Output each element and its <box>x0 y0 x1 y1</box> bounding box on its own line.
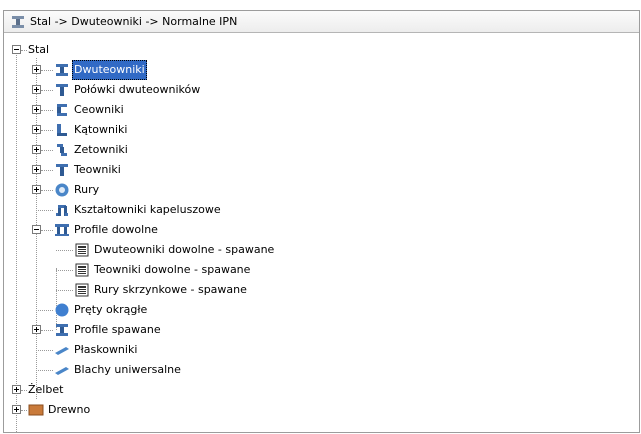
expand-toggle[interactable] <box>32 105 41 114</box>
tree-node-label[interactable]: Żelbet <box>26 380 65 400</box>
expand-toggle[interactable] <box>32 85 41 94</box>
hat-section-icon <box>56 205 68 216</box>
breadcrumb: Stal -> Dwuteowniki -> Normalne IPN <box>4 11 639 33</box>
table-icon <box>75 283 89 297</box>
i-beam-icon <box>12 15 24 28</box>
tree-node-label[interactable]: Połówki dwuteowników <box>72 80 202 100</box>
tree-node-label[interactable]: Dwuteowniki <box>72 60 147 80</box>
collapse-toggle[interactable] <box>32 225 41 234</box>
t-section-icon <box>56 84 68 96</box>
tree-view[interactable]: Stal Dwuteowniki Połówki dwuteowników Ce… <box>12 40 640 433</box>
table-icon <box>75 243 89 257</box>
tree-node-label[interactable]: Kątowniki <box>72 120 129 140</box>
channel-icon <box>57 104 67 116</box>
tree-node-label[interactable]: Stal <box>26 40 51 60</box>
tree-node-label[interactable]: Drewno <box>46 400 92 420</box>
tree-node-label[interactable]: Pręty okrągłe <box>72 300 149 320</box>
z-section-icon <box>57 144 67 156</box>
tree-node-label[interactable]: Profile spawane <box>72 320 163 340</box>
i-beam-icon <box>56 324 68 336</box>
flat-bar-icon <box>55 347 69 355</box>
expand-toggle[interactable] <box>32 325 41 334</box>
expand-toggle[interactable] <box>32 145 41 154</box>
breadcrumb-text: Stal -> Dwuteowniki -> Normalne IPN <box>30 15 238 28</box>
tree-connector <box>16 50 17 432</box>
expand-toggle[interactable] <box>12 385 21 394</box>
tree-node-label[interactable]: Kształtowniki kapeluszowe <box>72 200 223 220</box>
custom-profile-icon <box>55 224 69 236</box>
tree-node-label[interactable]: Ceowniki <box>72 100 126 120</box>
tree-frame: Stal -> Dwuteowniki -> Normalne IPN Stal… <box>3 10 640 433</box>
collapse-toggle[interactable] <box>12 45 21 54</box>
tree-node-label[interactable]: Teowniki dowolne - spawane <box>92 260 252 280</box>
tree-node-label[interactable]: Zetowniki <box>72 140 130 160</box>
expand-toggle[interactable] <box>32 125 41 134</box>
tree-node-label[interactable]: Blachy uniwersalne <box>72 360 183 380</box>
expand-toggle[interactable] <box>12 405 21 414</box>
round-bar-icon <box>55 303 69 317</box>
flat-bar-icon <box>55 367 69 375</box>
tree-node-label[interactable]: Płaskowniki <box>72 340 139 360</box>
tree-node-label[interactable]: Rury skrzynkowe - spawane <box>92 280 249 300</box>
angle-icon <box>57 124 67 136</box>
expand-toggle[interactable] <box>32 185 41 194</box>
t-section-icon <box>56 164 68 176</box>
expand-toggle[interactable] <box>32 65 41 74</box>
pipe-icon <box>55 183 69 197</box>
table-icon <box>75 263 89 277</box>
wood-icon <box>28 404 44 416</box>
tree-node-label[interactable]: Teowniki <box>72 160 123 180</box>
tree-node-label[interactable]: Dwuteowniki dowolne - spawane <box>92 240 276 260</box>
tree-connector <box>56 268 57 330</box>
i-beam-icon <box>56 64 68 76</box>
tree-node-label[interactable]: Profile dowolne <box>72 220 160 240</box>
tree-node-label[interactable]: Rury <box>72 180 101 200</box>
expand-toggle[interactable] <box>32 165 41 174</box>
